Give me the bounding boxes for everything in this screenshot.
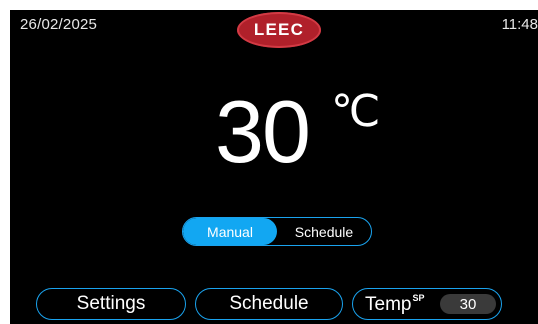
settings-button[interactable]: Settings xyxy=(36,288,186,320)
mode-manual-button[interactable]: Manual xyxy=(183,218,277,245)
brand-logo-text: LEEC xyxy=(253,20,305,39)
schedule-button[interactable]: Schedule xyxy=(195,288,343,320)
date-display: 26/02/2025 xyxy=(20,16,98,33)
time-display: 11:48 xyxy=(501,16,538,33)
mode-toggle: Manual Schedule xyxy=(182,217,372,246)
current-temperature: 30 xyxy=(215,82,311,181)
temp-label-text: Temp xyxy=(365,293,412,315)
mode-schedule-button[interactable]: Schedule xyxy=(277,218,371,245)
temperature-unit: ℃ xyxy=(331,87,381,136)
controller-screen: 26/02/2025 11:48 LEEC 30 ℃ Manual Schedu… xyxy=(10,10,538,324)
temp-setpoint-value: 30 xyxy=(440,294,496,314)
temp-setpoint-label: TempSP xyxy=(365,293,424,316)
brand-logo: LEEC xyxy=(237,12,321,48)
temp-setpoint-button[interactable]: TempSP 30 xyxy=(352,288,502,320)
temp-setpoint-superscript: SP xyxy=(412,292,425,303)
